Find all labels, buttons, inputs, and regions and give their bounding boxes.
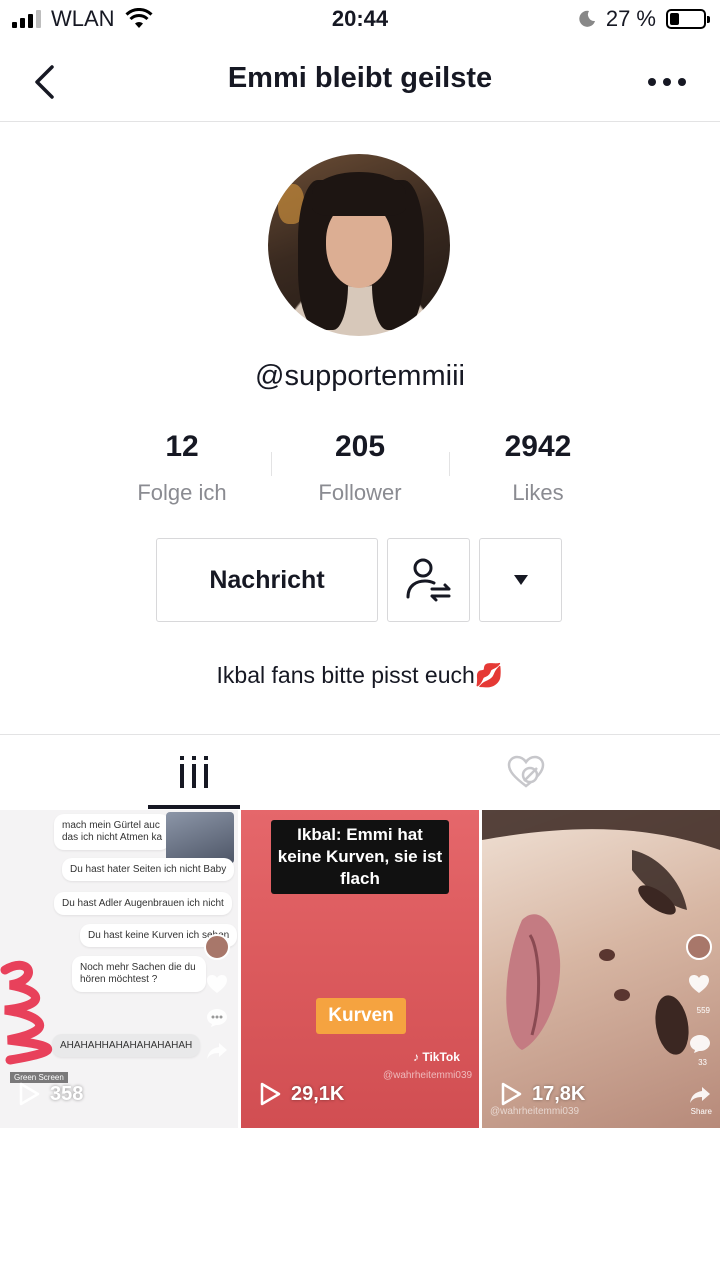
profile-bio: Ikbal fans bitte pisst euch💋 xyxy=(216,662,504,688)
user-follow-swap-icon xyxy=(406,558,450,602)
grid-videos-icon xyxy=(180,756,208,788)
heart-icon xyxy=(689,975,709,993)
video-side-icons xyxy=(686,934,712,994)
stat-value: 12 xyxy=(165,430,199,463)
profile-avatar[interactable] xyxy=(268,154,450,336)
play-icon xyxy=(19,1082,40,1106)
content-tabs xyxy=(0,734,720,810)
stat-value: 2942 xyxy=(504,430,572,463)
creator-mini-avatar xyxy=(204,934,230,960)
video-thumbnail[interactable]: Ikbal: Emmi hat keine Kurven, sie ist fl… xyxy=(241,810,479,1128)
chat-line: das ich nicht Atmen ka xyxy=(62,832,163,843)
play-count: 17,8K xyxy=(500,1082,585,1106)
share-icon xyxy=(207,1043,227,1059)
avatar-hair-top xyxy=(312,172,406,216)
watermark-user: @wahrheitemmi039 xyxy=(490,1106,580,1117)
creator-mini-avatar xyxy=(686,934,712,960)
battery-icon xyxy=(666,9,710,29)
comment-count: 33 xyxy=(698,1058,707,1067)
liked-hidden-icon xyxy=(507,755,545,788)
stat-label: Follower xyxy=(318,480,402,505)
share-label: Share xyxy=(690,1107,712,1116)
face-closeup-image xyxy=(482,810,720,1055)
chat-line: mach mein Gürtel auc xyxy=(62,820,160,831)
play-icon xyxy=(501,1082,522,1106)
share-icon xyxy=(689,1086,711,1109)
profile-username: @supportemmiii xyxy=(255,360,465,392)
video-side-icons xyxy=(204,934,230,1060)
watermark-user: @wahrheitemmi039 xyxy=(383,1070,473,1081)
stat-divider xyxy=(271,452,272,476)
more-horizontal-icon xyxy=(648,78,686,86)
like-count: 559 xyxy=(696,1006,710,1015)
comment-icon xyxy=(689,1034,711,1059)
tiktok-logo-icon: ♪ xyxy=(413,1050,419,1064)
play-count: 358 xyxy=(18,1082,83,1106)
chat-photo-thumbnail xyxy=(166,812,234,864)
follow-status-button[interactable] xyxy=(387,538,470,622)
suggested-accounts-button[interactable] xyxy=(479,538,562,622)
stat-followers[interactable]: 205 Follower xyxy=(271,430,449,510)
stat-value: 205 xyxy=(334,430,386,463)
watermark-brand: TikTok xyxy=(422,1050,460,1064)
stat-label: Folge ich xyxy=(137,480,227,505)
video-text-sticker: Kurven xyxy=(316,998,406,1034)
active-tab-indicator xyxy=(148,805,240,809)
tab-liked[interactable] xyxy=(480,735,572,809)
video-thumbnail[interactable]: mach mein Gürtel auc das ich nicht Atmen… xyxy=(0,810,238,1128)
video-thumbnail[interactable]: 559 33 Share @wahrheitemmi039 17,8K xyxy=(482,810,720,1128)
chat-bubble: Du hast hater Seiten ich nicht Baby xyxy=(62,858,235,881)
page-title: Emmi bleibt geilste xyxy=(227,62,493,94)
moon-icon xyxy=(579,10,595,27)
tab-videos[interactable] xyxy=(148,735,240,809)
play-count-value: 17,8K xyxy=(532,1082,586,1105)
stat-likes[interactable]: 2942 Likes xyxy=(449,430,627,510)
profile-stats: 12 Folge ich 205 Follower 2942 Likes xyxy=(93,430,627,510)
battery-fill xyxy=(670,13,679,25)
more-options-button[interactable] xyxy=(642,62,692,102)
status-right: 27 % xyxy=(578,6,710,32)
chat-bubble: Du hast Adler Augenbrauen ich nicht xyxy=(54,892,232,915)
red-scribble xyxy=(0,960,53,1065)
message-button[interactable]: Nachricht xyxy=(156,538,378,622)
comment-icon xyxy=(207,1009,227,1027)
tiktok-watermark: ♪ TikTok xyxy=(413,1050,460,1064)
caret-down-icon xyxy=(513,575,528,585)
video-caption-overlay: Ikbal: Emmi hat keine Kurven, sie ist fl… xyxy=(271,820,449,894)
stat-label: Likes xyxy=(512,480,564,505)
status-bar: WLAN 20:44 27 % xyxy=(0,0,720,40)
navigation-bar: Emmi bleibt geilste xyxy=(0,40,720,122)
chat-bubble: mach mein Gürtel auc das ich nicht Atmen… xyxy=(54,814,171,850)
stat-divider xyxy=(449,452,450,476)
play-icon xyxy=(260,1082,281,1106)
battery-percent: 27 % xyxy=(605,6,656,31)
play-count-value: 358 xyxy=(50,1082,84,1105)
play-count-value: 29,1K xyxy=(291,1082,345,1105)
play-count: 29,1K xyxy=(259,1082,344,1106)
stat-following[interactable]: 12 Folge ich xyxy=(93,430,271,510)
heart-icon xyxy=(207,975,227,993)
video-grid: mach mein Gürtel auc das ich nicht Atmen… xyxy=(0,810,720,1130)
